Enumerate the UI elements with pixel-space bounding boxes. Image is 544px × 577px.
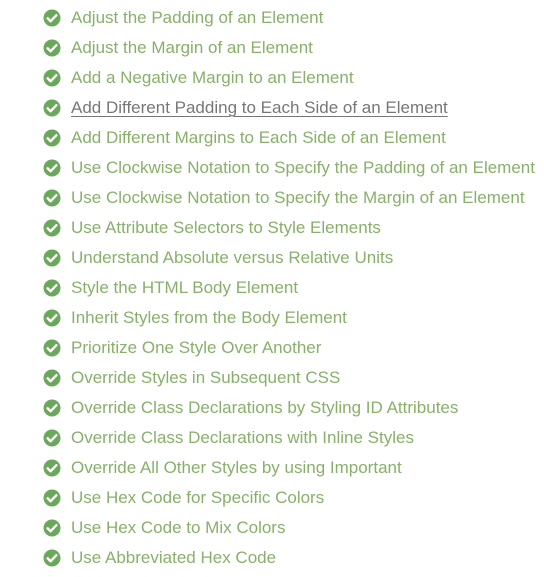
lesson-item: Add Different Padding to Each Side of an…: [0, 93, 544, 123]
check-circle-icon: [43, 549, 61, 567]
lesson-link[interactable]: Use Clockwise Notation to Specify the Ma…: [71, 183, 525, 213]
lesson-item: Use Hex Code for Specific Colors: [0, 483, 544, 513]
check-circle-icon: [43, 279, 61, 297]
lesson-item: Use Clockwise Notation to Specify the Ma…: [0, 183, 544, 213]
check-circle-icon: [43, 39, 61, 57]
check-circle-icon: [43, 369, 61, 387]
lesson-link[interactable]: Prioritize One Style Over Another: [71, 333, 321, 363]
check-circle-icon: [43, 489, 61, 507]
lesson-item: Override Class Declarations by Styling I…: [0, 393, 544, 423]
lesson-link[interactable]: Add a Negative Margin to an Element: [71, 63, 354, 93]
lesson-link[interactable]: Use Abbreviated Hex Code: [71, 543, 276, 573]
lesson-link[interactable]: Style the HTML Body Element: [71, 273, 298, 303]
lesson-item: Adjust the Margin of an Element: [0, 33, 544, 63]
lesson-item: Style the HTML Body Element: [0, 273, 544, 303]
check-circle-icon: [43, 309, 61, 327]
lesson-link[interactable]: Add Different Margins to Each Side of an…: [71, 123, 446, 153]
check-circle-icon: [43, 99, 61, 117]
lesson-list: Adjust the Padding of an Element Adjust t…: [0, 3, 544, 573]
check-circle-icon: [43, 129, 61, 147]
lesson-item: Override Class Declarations with Inline …: [0, 423, 544, 453]
check-circle-icon: [43, 9, 61, 27]
check-circle-icon: [43, 159, 61, 177]
check-circle-icon: [43, 69, 61, 87]
check-circle-icon: [43, 429, 61, 447]
lesson-link[interactable]: Override All Other Styles by using Impor…: [71, 453, 402, 483]
lesson-link[interactable]: Understand Absolute versus Relative Unit…: [71, 243, 393, 273]
check-circle-icon: [43, 459, 61, 477]
lesson-link[interactable]: Use Attribute Selectors to Style Element…: [71, 213, 381, 243]
lesson-item: Override Styles in Subsequent CSS: [0, 363, 544, 393]
lesson-item: Use Abbreviated Hex Code: [0, 543, 544, 573]
lesson-item: Add a Negative Margin to an Element: [0, 63, 544, 93]
lesson-item: Prioritize One Style Over Another: [0, 333, 544, 363]
lesson-item: Override All Other Styles by using Impor…: [0, 453, 544, 483]
lesson-link[interactable]: Add Different Padding to Each Side of an…: [71, 93, 448, 123]
lesson-link[interactable]: Adjust the Margin of an Element: [71, 33, 313, 63]
lesson-link[interactable]: Adjust the Padding of an Element: [71, 3, 323, 33]
lesson-link[interactable]: Override Styles in Subsequent CSS: [71, 363, 340, 393]
lesson-item: Inherit Styles from the Body Element: [0, 303, 544, 333]
lesson-item: Use Clockwise Notation to Specify the Pa…: [0, 153, 544, 183]
lesson-item: Use Attribute Selectors to Style Element…: [0, 213, 544, 243]
check-circle-icon: [43, 249, 61, 267]
check-circle-icon: [43, 189, 61, 207]
lesson-link[interactable]: Use Hex Code to Mix Colors: [71, 513, 285, 543]
lesson-link[interactable]: Override Class Declarations by Styling I…: [71, 393, 458, 423]
lesson-link[interactable]: Use Clockwise Notation to Specify the Pa…: [71, 153, 535, 183]
check-circle-icon: [43, 339, 61, 357]
lesson-item: Understand Absolute versus Relative Unit…: [0, 243, 544, 273]
check-circle-icon: [43, 399, 61, 417]
lesson-link[interactable]: Inherit Styles from the Body Element: [71, 303, 347, 333]
lesson-link[interactable]: Override Class Declarations with Inline …: [71, 423, 414, 453]
check-circle-icon: [43, 519, 61, 537]
lesson-item: Use Hex Code to Mix Colors: [0, 513, 544, 543]
check-circle-icon: [43, 219, 61, 237]
lesson-item: Add Different Margins to Each Side of an…: [0, 123, 544, 153]
lesson-item: Adjust the Padding of an Element: [0, 3, 544, 33]
lesson-link[interactable]: Use Hex Code for Specific Colors: [71, 483, 324, 513]
